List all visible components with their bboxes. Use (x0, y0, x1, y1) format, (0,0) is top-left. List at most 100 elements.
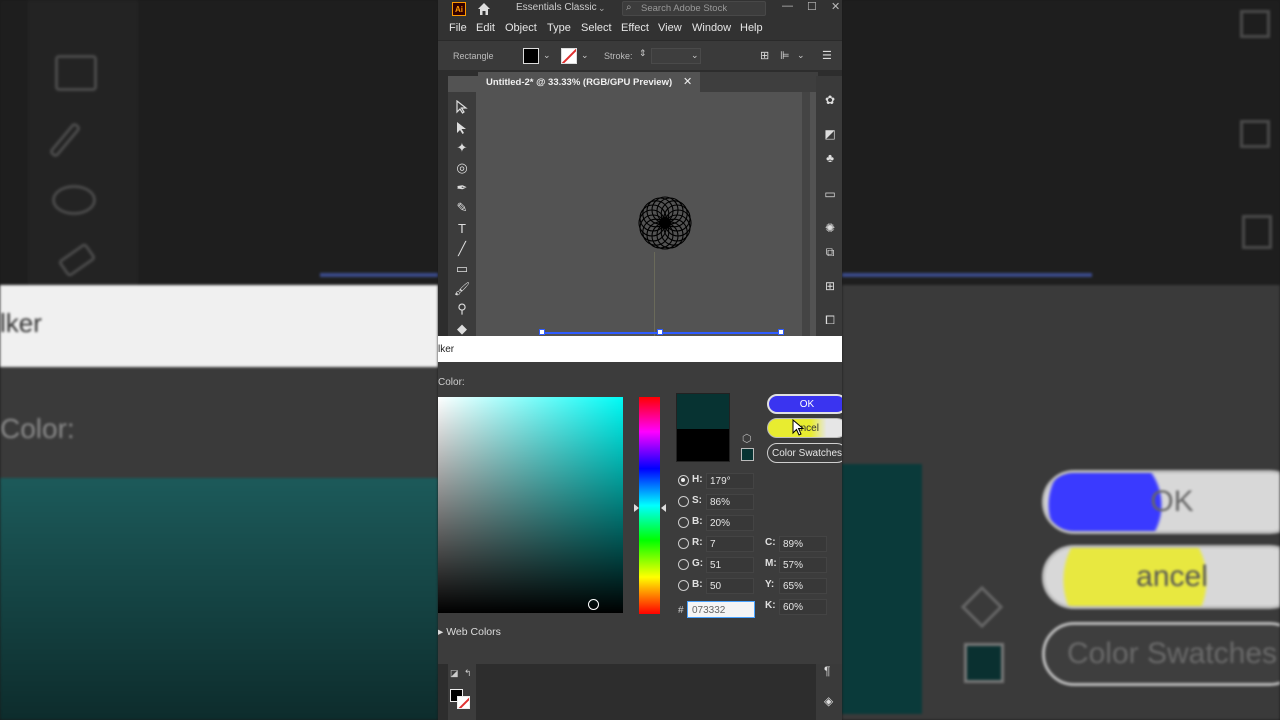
blue-radio[interactable] (678, 580, 689, 591)
puppet-warp-icon[interactable]: ♣ (822, 150, 838, 166)
hue-slider[interactable] (639, 397, 660, 614)
search-placeholder: Search Adobe Stock (641, 3, 728, 14)
menu-window[interactable]: Window (692, 22, 731, 34)
swap-colors-icon[interactable]: ↰ (464, 668, 472, 679)
direct-selection-tool-icon[interactable] (452, 119, 472, 137)
stroke-color-swatch[interactable] (561, 48, 577, 64)
menu-type[interactable]: Type (547, 22, 571, 34)
distribute-icon[interactable]: ⊫ (780, 49, 790, 62)
hue-field[interactable]: 179° (706, 473, 754, 489)
swatches-panel-icon[interactable]: ⊞ (822, 278, 838, 294)
appearance-panel-icon[interactable]: ✿ (822, 92, 838, 108)
adobe-stock-search[interactable]: ⌕ Search Adobe Stock (622, 1, 766, 16)
color-field-cursor[interactable] (588, 599, 599, 610)
green-field[interactable]: 51 (706, 557, 754, 573)
symbols-panel-icon[interactable]: ✺ (822, 220, 838, 236)
web-safe-color-swatch[interactable] (741, 448, 754, 461)
minimize-button[interactable]: — (782, 0, 793, 12)
background-color-swatches-button: Color Swatches (1042, 622, 1280, 686)
selection-tool-icon[interactable] (452, 98, 472, 116)
tools-panel: ✦ ◎ ✒ ✎ T ╱ ▭ 🖌 ⚲ ◆ (448, 92, 476, 336)
maximize-button[interactable]: ☐ (807, 0, 817, 13)
close-tab-icon[interactable]: ✕ (683, 75, 692, 88)
artboard-canvas[interactable] (476, 92, 802, 402)
yellow-field[interactable]: 65% (779, 578, 827, 594)
background-web-safe-swatch (964, 643, 1004, 683)
menu-effect[interactable]: Effect (621, 22, 649, 34)
original-color-preview[interactable] (676, 429, 730, 462)
magic-wand-tool-icon[interactable]: ✦ (452, 139, 472, 157)
pathfinder-panel-icon[interactable]: ⧠ (822, 312, 838, 328)
gradient-panel-icon[interactable]: ◩ (822, 126, 838, 142)
selection-handle[interactable] (657, 329, 663, 335)
only-web-colors-label: Web Colors (446, 626, 501, 638)
color-picker-title-bar[interactable]: lker (438, 336, 842, 362)
paintbrush-tool-icon[interactable]: 🖌 (452, 280, 472, 298)
rectangle-tool-icon[interactable]: ▭ (452, 260, 472, 278)
selection-handle[interactable] (539, 329, 545, 335)
green-radio[interactable] (678, 559, 689, 570)
chevron-down-icon[interactable]: ⌄ (543, 50, 551, 61)
red-field[interactable]: 7 (706, 536, 754, 552)
menu-object[interactable]: Object (505, 22, 537, 34)
chevron-down-icon[interactable]: ⌄ (691, 50, 699, 61)
red-radio[interactable] (678, 538, 689, 549)
color-swatches-button[interactable]: Color Swatches (767, 443, 842, 463)
chevron-down-icon[interactable]: ⌄ (581, 50, 589, 61)
saturation-field[interactable]: 86% (706, 494, 754, 510)
document-tab[interactable]: Untitled-2* @ 33.33% (RGB/GPU Preview) ✕ (478, 72, 700, 92)
vertical-scrollbar[interactable] (802, 92, 810, 336)
menu-file[interactable]: File (449, 22, 467, 34)
chevron-down-icon[interactable]: ⌄ (797, 50, 805, 61)
shaper-tool-icon[interactable]: ⚲ (452, 300, 472, 318)
blue-field[interactable]: 50 (706, 578, 754, 594)
selection-handle[interactable] (778, 329, 784, 335)
black-field[interactable]: 60% (779, 599, 827, 615)
home-icon[interactable] (476, 1, 492, 17)
stroke-swatch[interactable] (457, 696, 470, 709)
fill-color-swatch[interactable] (523, 48, 539, 64)
only-web-colors-checkbox[interactable]: ▸ Web Colors (438, 626, 501, 638)
hue-slider-handle[interactable] (634, 504, 639, 512)
menu-select[interactable]: Select (581, 22, 612, 34)
align-icon[interactable]: ⊞ (760, 49, 769, 62)
saturation-radio[interactable] (678, 496, 689, 507)
workspace-switcher[interactable]: Essentials Classic (516, 2, 597, 13)
stroke-stepper-icon[interactable]: ⇕ (639, 48, 647, 59)
panel-menu-icon[interactable]: ☰ (822, 49, 832, 62)
graphic-styles-icon[interactable]: ⧉ (822, 244, 838, 260)
select-color-label: Color: (438, 377, 465, 388)
background-new-color-swatch (842, 464, 922, 714)
screen: lker Color: OK ancel Color Swatches Ai E… (0, 0, 1280, 720)
line-tool-icon[interactable]: ╱ (452, 240, 472, 258)
menu-help[interactable]: Help (740, 22, 763, 34)
background-cancel-button: ancel (1042, 545, 1280, 609)
menu-view[interactable]: View (658, 22, 682, 34)
close-window-button[interactable]: ✕ (831, 0, 840, 13)
spirograph-artwork[interactable] (630, 188, 700, 258)
default-colors-icon[interactable]: ◪ (450, 668, 459, 679)
document-tab-title: Untitled-2* @ 33.33% (RGB/GPU Preview) (486, 77, 673, 88)
hue-radio[interactable] (678, 475, 689, 486)
color-field[interactable] (438, 397, 623, 613)
transparency-panel-icon[interactable]: ▭ (822, 186, 838, 202)
chevron-down-icon[interactable]: ⌄ (598, 3, 606, 14)
layers-icon[interactable]: ◈ (824, 694, 833, 708)
lasso-tool-ghost-icon (52, 185, 96, 215)
menu-edit[interactable]: Edit (476, 22, 495, 34)
paragraph-icon[interactable]: ¶ (824, 664, 830, 678)
color-picker-dialog: Color: ⬡ H: 179° S: 86% B: 20% R: 7 G: 5… (438, 362, 842, 664)
lasso-tool-icon[interactable]: ◎ (452, 159, 472, 177)
out-of-web-color-cube-icon[interactable]: ⬡ (742, 432, 752, 445)
pen-tool-icon[interactable]: ✒ (452, 179, 472, 197)
hue-slider-handle[interactable] (661, 504, 666, 512)
curvature-tool-icon[interactable]: ✎ (452, 199, 472, 217)
ok-button[interactable]: OK (767, 394, 842, 414)
hex-field[interactable]: 073332 (687, 601, 755, 618)
brightness-radio[interactable] (678, 517, 689, 528)
brightness-field[interactable]: 20% (706, 515, 754, 531)
type-tool-icon[interactable]: T (452, 219, 472, 237)
cyan-field[interactable]: 89% (779, 536, 827, 552)
black-label: K: (765, 600, 776, 611)
magenta-field[interactable]: 57% (779, 557, 827, 573)
